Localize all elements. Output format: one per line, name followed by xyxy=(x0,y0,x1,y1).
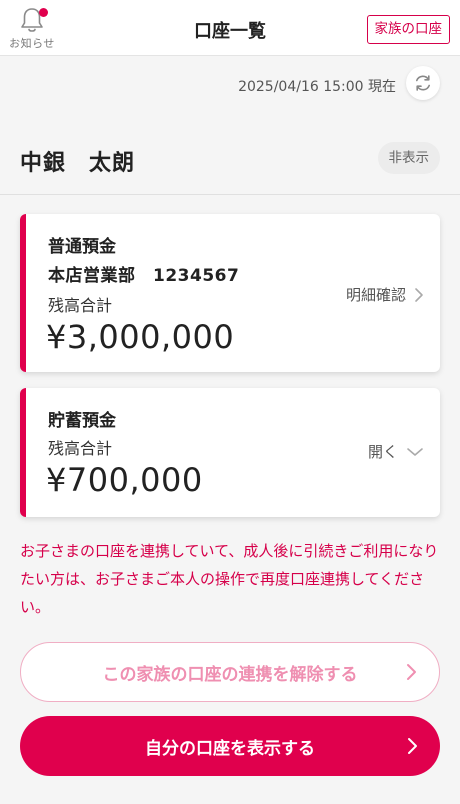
section-divider xyxy=(0,194,460,195)
account-accent-bar xyxy=(20,214,26,372)
balance-label: 残高合計 xyxy=(48,439,113,458)
balance-label: 残高合計 xyxy=(48,296,113,315)
details-link[interactable]: 明細確認 xyxy=(346,284,424,305)
refresh-icon xyxy=(416,75,430,91)
unlink-family-button[interactable]: この家族の口座の連携を解除する xyxy=(20,642,440,702)
unread-badge xyxy=(39,8,48,17)
app-header: お知らせ 口座一覧 家族の口座 xyxy=(0,0,460,56)
chevron-right-icon xyxy=(407,664,416,680)
chevron-down-icon xyxy=(407,447,423,456)
relink-notice: お子さまの口座を連携していて、成人後に引続きご利用になりたい方は、お子さまご本人… xyxy=(20,542,439,616)
chevron-right-icon xyxy=(408,738,417,754)
hide-button[interactable]: 非表示 xyxy=(377,142,440,174)
unlink-label: この家族の口座の連携を解除する xyxy=(102,664,358,685)
account-branch-number: 本店営業部 1234567 xyxy=(48,266,240,286)
expand-toggle[interactable]: 開く xyxy=(368,441,424,462)
balance-amount: ¥700,000 xyxy=(46,461,203,499)
account-type: 普通預金 xyxy=(48,237,116,257)
refresh-button[interactable] xyxy=(406,66,440,100)
account-card-ordinary[interactable]: 普通預金 本店営業部 1234567 残高合計 ¥3,000,000 明細確認 xyxy=(20,214,440,372)
account-card-savings[interactable]: 貯蓄預金 残高合計 ¥700,000 開く xyxy=(20,388,440,517)
expand-label: 開く xyxy=(367,443,398,461)
chevron-right-icon xyxy=(415,287,423,302)
show-own-label: 自分の口座を表示する xyxy=(145,738,315,759)
user-name: 中銀 太朗 xyxy=(20,151,136,176)
balance-amount: ¥3,000,000 xyxy=(46,318,235,356)
family-accounts-button[interactable]: 家族の口座 xyxy=(366,15,450,44)
details-label: 明細確認 xyxy=(345,286,406,304)
show-own-accounts-button[interactable]: 自分の口座を表示する xyxy=(20,716,440,776)
account-type: 貯蓄預金 xyxy=(48,411,116,431)
account-accent-bar xyxy=(20,388,26,517)
last-updated-text: 2025/04/16 15:00 現在 xyxy=(238,79,396,95)
